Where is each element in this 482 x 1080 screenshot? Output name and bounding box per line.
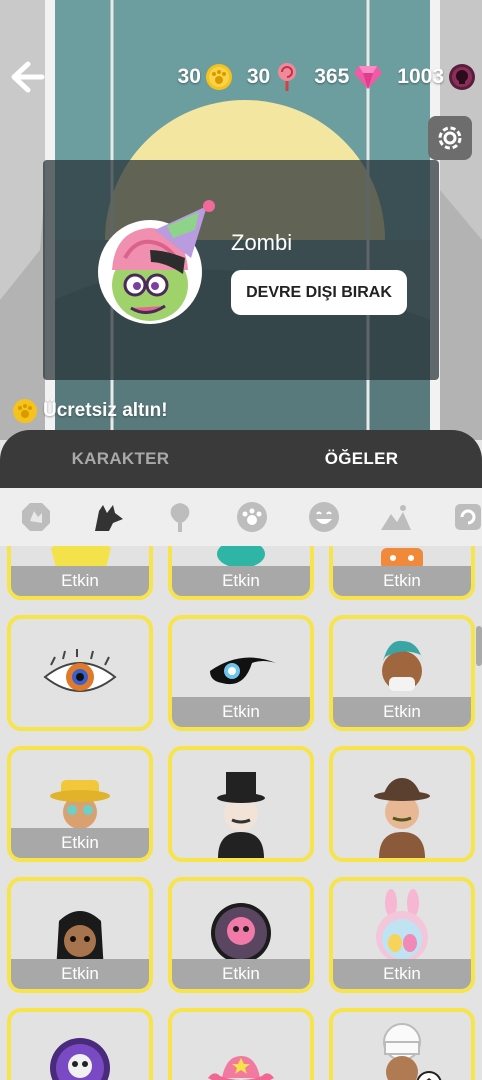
smiley-icon[interactable] (288, 488, 360, 546)
rose-icon[interactable] (144, 488, 216, 546)
item-card[interactable]: Etkin (168, 546, 314, 600)
badge-icon[interactable] (0, 488, 72, 546)
skull-value: 1003 (397, 65, 444, 88)
scrollbar-thumb[interactable] (476, 626, 482, 666)
settings-gear-icon[interactable] (428, 116, 472, 160)
gold-paw-coin-icon (13, 399, 37, 423)
item-status: Etkin (11, 566, 149, 596)
chef-avatar-art (383, 1023, 442, 1080)
eye-makeup-art (43, 649, 117, 692)
gold-stat: 30 (178, 63, 233, 91)
free-gold-label: Ücretsiz altın! (43, 400, 168, 421)
disable-button[interactable]: DEVRE DIŞI BIRAK (231, 270, 407, 315)
item-card[interactable]: Etkin (168, 877, 314, 993)
item-status: Etkin (172, 697, 310, 727)
gold-value: 30 (177, 65, 201, 88)
zombie-avatar-icon (98, 200, 215, 324)
item-card[interactable] (168, 1008, 314, 1080)
skull-token-icon (449, 64, 475, 90)
item-card[interactable]: Etkin (7, 877, 153, 993)
gold-paw-coin-icon (205, 64, 232, 90)
free-gold-link[interactable]: Ücretsiz altın! (12, 398, 168, 424)
pink-gem-icon (354, 66, 383, 89)
character-card: Zombi DEVRE DIŞI BIRAK (43, 160, 439, 380)
item-card[interactable] (7, 615, 153, 731)
item-card[interactable]: Etkin (329, 546, 475, 600)
character-name: Zombi (231, 230, 293, 255)
top-hat-avatar-art (217, 772, 265, 858)
cowboy-hat-art (208, 1056, 274, 1080)
item-card[interactable]: Etkin (7, 746, 153, 862)
item-status: Etkin (172, 566, 310, 596)
item-status: Etkin (333, 959, 471, 989)
lollipop-stat: 30 (247, 62, 300, 92)
tab-character[interactable]: KARAKTER (0, 430, 241, 488)
tab-items[interactable]: ÖĞELER (241, 430, 482, 488)
paw-icon[interactable] (216, 488, 288, 546)
fedora-avatar-art (374, 778, 430, 858)
item-card[interactable]: Etkin (329, 615, 475, 731)
refresh-icon[interactable] (432, 488, 482, 546)
game-scene: 30 30 365 1003 Zombi DEVRE DIŞI BIRAK Üc… (0, 0, 482, 440)
item-grid: Etkin Etkin Etkin Etkin Etkin Etkin Etki… (0, 546, 482, 1080)
back-arrow-icon[interactable] (8, 58, 46, 96)
item-card[interactable] (329, 746, 475, 862)
item-status: Etkin (333, 697, 471, 727)
landscape-icon[interactable] (360, 488, 432, 546)
currency-bar: 30 30 365 1003 (170, 62, 476, 92)
purple-skull-art (50, 1038, 110, 1080)
wolf-icon[interactable] (72, 488, 144, 546)
item-card[interactable]: Etkin (168, 615, 314, 731)
lollipop-icon (278, 63, 297, 91)
item-status: Etkin (11, 959, 149, 989)
tab-bar: KARAKTER ÖĞELER (0, 430, 482, 488)
item-card[interactable]: Etkin (329, 877, 475, 993)
item-status: Etkin (333, 566, 471, 596)
skull-stat: 1003 (397, 63, 476, 91)
item-card[interactable] (7, 1008, 153, 1080)
item-card[interactable] (329, 1008, 475, 1080)
category-bar (0, 488, 482, 546)
lollipop-value: 30 (246, 65, 271, 88)
item-card[interactable]: Etkin (7, 546, 153, 600)
gem-stat: 365 (314, 64, 383, 90)
item-card[interactable] (168, 746, 314, 862)
item-status: Etkin (172, 959, 310, 989)
gem-value: 365 (314, 65, 350, 88)
item-status: Etkin (11, 828, 149, 858)
